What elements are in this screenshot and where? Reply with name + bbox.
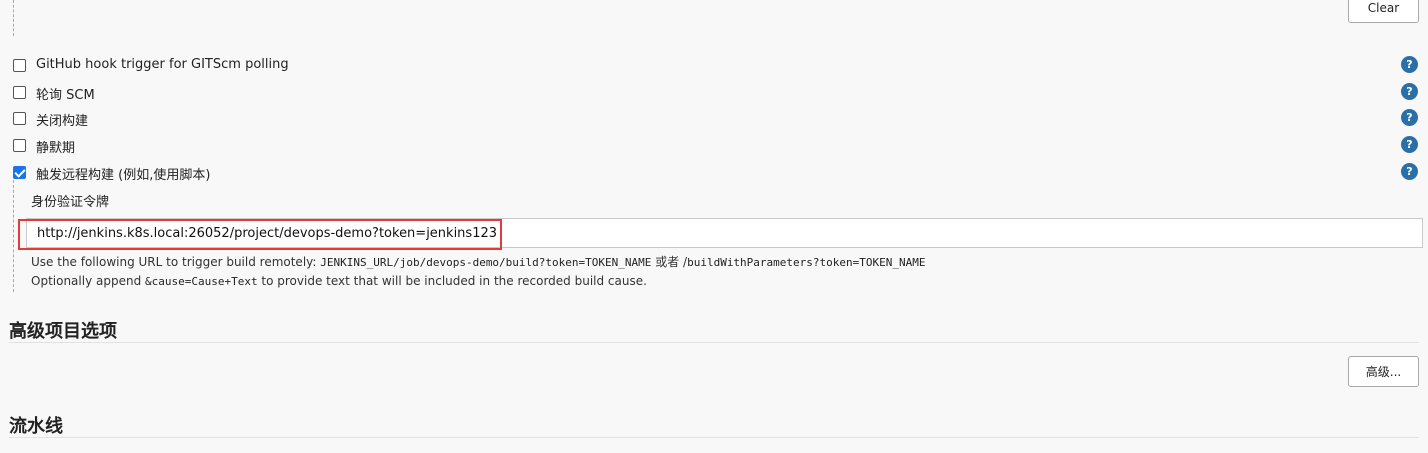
- section-divider: [9, 437, 1419, 438]
- hint-code-build-url: JENKINS_URL/job/devops-demo/build?token=…: [320, 256, 652, 269]
- checkbox-github-hook[interactable]: [13, 59, 26, 72]
- pipeline-title: 流水线: [9, 416, 63, 437]
- checkbox-quiet-period[interactable]: [13, 139, 26, 152]
- trigger-label-poll-scm: 轮询 SCM: [36, 88, 95, 103]
- section-rail-top: [13, 0, 14, 36]
- trigger-row-poll-scm: 轮询 SCM ?: [0, 82, 1428, 104]
- help-icon[interactable]: ?: [1401, 136, 1418, 153]
- section-rail-remote-trigger: [13, 180, 14, 292]
- hint-text: 或者 /: [651, 255, 688, 269]
- trigger-url-hint: Use the following URL to trigger build r…: [31, 253, 926, 270]
- help-icon[interactable]: ?: [1401, 56, 1418, 73]
- trigger-row-quiet-period: 静默期 ?: [0, 135, 1428, 157]
- trigger-row-disable-build: 关闭构建 ?: [0, 108, 1428, 130]
- advanced-button[interactable]: 高级...: [1348, 356, 1419, 387]
- jenkins-job-config-page: Clear GitHub hook trigger for GITScm pol…: [0, 0, 1428, 453]
- advanced-options-title: 高级项目选项: [9, 321, 117, 342]
- help-icon[interactable]: ?: [1401, 109, 1418, 126]
- trigger-label-github-hook: GitHub hook trigger for GITScm polling: [36, 57, 289, 72]
- trigger-label-disable-build: 关闭构建: [36, 114, 89, 129]
- auth-token-label: 身份验证令牌: [31, 195, 110, 210]
- hint-code-cause: &cause=Cause+Text: [145, 275, 258, 288]
- auth-token-input[interactable]: [26, 218, 1423, 248]
- hint-text: Optionally append: [31, 274, 145, 288]
- checkbox-disable-build[interactable]: [13, 112, 26, 125]
- hint-text: to provide text that will be included in…: [257, 274, 647, 288]
- trigger-label-remote-build: 触发远程构建 (例如,使用脚本): [36, 168, 211, 183]
- trigger-label-quiet-period: 静默期: [36, 141, 76, 156]
- clear-button[interactable]: Clear: [1348, 0, 1419, 23]
- cause-hint: Optionally append &cause=Cause+Text to p…: [31, 274, 647, 288]
- help-icon[interactable]: ?: [1401, 83, 1418, 100]
- help-icon[interactable]: ?: [1401, 163, 1418, 180]
- checkbox-remote-build[interactable]: [13, 166, 26, 179]
- trigger-row-github-hook: GitHub hook trigger for GITScm polling ?: [0, 55, 1428, 77]
- trigger-row-remote-build: 触发远程构建 (例如,使用脚本) ?: [0, 162, 1428, 184]
- section-divider: [9, 342, 1419, 343]
- checkbox-poll-scm[interactable]: [13, 86, 26, 99]
- hint-code-build-with-params: buildWithParameters?token=TOKEN_NAME: [687, 256, 926, 269]
- hint-text: Use the following URL to trigger build r…: [31, 255, 321, 269]
